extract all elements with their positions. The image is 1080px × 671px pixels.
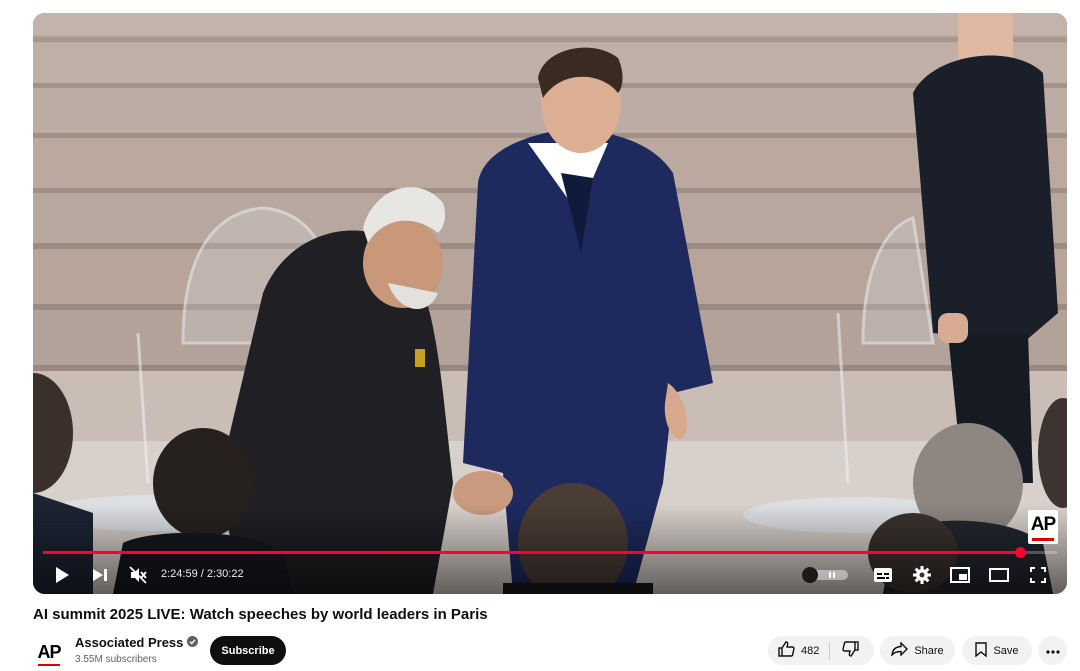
video-title: AI summit 2025 LIVE: Watch speeches by w… (33, 606, 488, 623)
subscriber-count: 3.55M subscribers (75, 654, 157, 665)
autoplay-toggle[interactable] (800, 567, 852, 583)
verified-badge-icon (187, 635, 199, 650)
dislike-button[interactable] (830, 636, 871, 665)
thumbs-up-icon (778, 641, 795, 660)
share-label: Share (914, 644, 944, 657)
miniplayer-button[interactable] (947, 562, 973, 588)
theater-mode-icon (989, 568, 1009, 582)
captions-icon (873, 567, 893, 583)
theater-mode-button[interactable] (986, 562, 1012, 588)
captions-button[interactable] (870, 562, 896, 588)
progress-played (43, 551, 1020, 554)
like-button[interactable]: 482 (768, 636, 829, 665)
play-button[interactable] (50, 562, 74, 588)
save-label: Save (993, 644, 1019, 657)
like-count: 482 (801, 644, 820, 657)
fullscreen-button[interactable] (1025, 562, 1051, 588)
time-display: 2:24:59 / 2:30:22 (161, 568, 244, 580)
gear-icon (913, 566, 931, 584)
like-dislike-group: 482 (768, 636, 874, 665)
more-actions-button[interactable] (1038, 636, 1067, 665)
next-icon (92, 567, 108, 583)
miniplayer-icon (950, 567, 970, 583)
share-button[interactable]: Share (880, 636, 955, 665)
volume-muted-icon (129, 566, 147, 584)
settings-button[interactable] (909, 562, 935, 588)
channel-name-link[interactable]: Associated Press (75, 635, 199, 650)
mute-button[interactable] (125, 562, 151, 588)
video-player[interactable]: AP 2:24:59 / 2:30:22 (33, 13, 1067, 594)
channel-avatar[interactable]: AP (33, 636, 65, 668)
channel-name[interactable]: Associated Press (75, 635, 183, 650)
progress-scrubber-handle[interactable] (1015, 547, 1026, 558)
subscribe-button[interactable]: Subscribe (210, 636, 286, 665)
autoplay-toggle-icon (800, 567, 852, 587)
save-button[interactable]: Save (962, 636, 1032, 665)
ap-watermark: AP (1028, 510, 1058, 544)
more-horizontal-icon (1045, 645, 1060, 657)
play-icon (54, 566, 70, 584)
fullscreen-icon (1030, 567, 1046, 583)
progress-bar[interactable] (43, 547, 1057, 558)
bookmark-icon (975, 641, 988, 660)
next-button[interactable] (88, 562, 112, 588)
share-arrow-icon (891, 641, 909, 659)
thumbs-down-icon (842, 641, 860, 660)
